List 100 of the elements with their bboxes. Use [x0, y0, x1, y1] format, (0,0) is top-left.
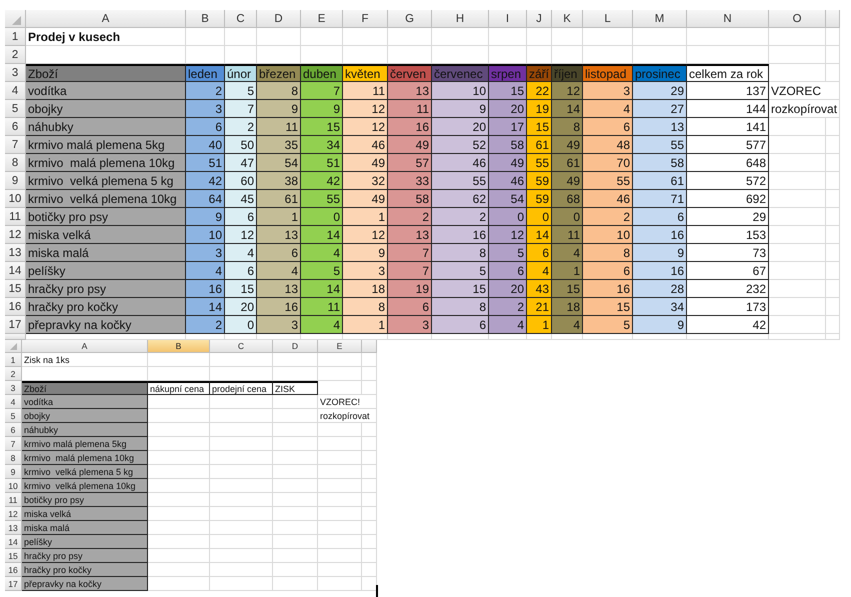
empty-cell[interactable]: [826, 298, 840, 316]
empty-cell[interactable]: [826, 334, 840, 340]
empty-cell[interactable]: [362, 367, 377, 381]
empty-cell[interactable]: [432, 28, 489, 46]
empty-cell[interactable]: [687, 28, 769, 46]
empty-cell[interactable]: [687, 334, 769, 340]
empty-cell[interactable]: [273, 409, 318, 423]
empty-cell[interactable]: [210, 423, 273, 437]
empty-cell[interactable]: [362, 381, 377, 395]
row-number[interactable]: 12: [5, 507, 22, 521]
row-number[interactable]: 8: [5, 154, 26, 172]
empty-cell[interactable]: [301, 28, 343, 46]
empty-cell[interactable]: [210, 493, 273, 507]
column-header[interactable]: E: [318, 340, 362, 353]
row-number[interactable]: 1: [5, 28, 26, 46]
column-header[interactable]: [826, 10, 840, 28]
empty-cell[interactable]: [210, 479, 273, 493]
empty-cell[interactable]: [343, 28, 388, 46]
row-number[interactable]: 8: [5, 451, 22, 465]
empty-cell[interactable]: [210, 535, 273, 549]
column-header[interactable]: J: [527, 10, 552, 28]
row-number[interactable]: 4: [5, 82, 26, 100]
empty-cell[interactable]: [826, 226, 840, 244]
empty-cell[interactable]: [583, 28, 633, 46]
empty-cell[interactable]: [257, 28, 301, 46]
empty-cell[interactable]: [210, 437, 273, 451]
empty-cell[interactable]: [489, 28, 527, 46]
empty-cell[interactable]: [273, 563, 318, 577]
empty-cell[interactable]: [318, 521, 362, 535]
row-number[interactable]: 15: [5, 280, 26, 298]
row-number[interactable]: 17: [5, 577, 22, 591]
empty-cell[interactable]: [527, 334, 552, 340]
empty-cell[interactable]: [273, 465, 318, 479]
row-number[interactable]: 2: [5, 367, 22, 381]
row-number[interactable]: 12: [5, 226, 26, 244]
empty-cell[interactable]: [362, 563, 377, 577]
empty-cell[interactable]: [552, 334, 583, 340]
empty-cell[interactable]: [826, 64, 840, 82]
empty-cell[interactable]: [318, 493, 362, 507]
empty-cell[interactable]: [210, 451, 273, 465]
empty-cell[interactable]: [273, 423, 318, 437]
empty-cell[interactable]: [273, 367, 318, 381]
row-number[interactable]: 17: [5, 316, 26, 334]
empty-cell[interactable]: [273, 549, 318, 563]
empty-cell[interactable]: [210, 409, 273, 423]
row-number[interactable]: [5, 334, 26, 340]
empty-cell[interactable]: [362, 507, 377, 521]
empty-cell[interactable]: [552, 28, 583, 46]
row-number[interactable]: 16: [5, 563, 22, 577]
empty-cell[interactable]: [273, 521, 318, 535]
column-header[interactable]: C: [225, 10, 257, 28]
empty-cell[interactable]: [318, 577, 362, 591]
empty-cell[interactable]: [362, 549, 377, 563]
empty-cell[interactable]: [769, 334, 826, 340]
column-header[interactable]: D: [273, 340, 318, 353]
empty-cell[interactable]: [318, 437, 362, 451]
empty-cell[interactable]: [388, 28, 432, 46]
empty-cell[interactable]: [769, 244, 826, 262]
empty-cell[interactable]: [388, 334, 432, 340]
empty-cell[interactable]: [527, 28, 552, 46]
row-number[interactable]: 6: [5, 423, 22, 437]
empty-cell[interactable]: [273, 493, 318, 507]
row-number[interactable]: 7: [5, 437, 22, 451]
empty-cell[interactable]: [362, 493, 377, 507]
empty-cell[interactable]: [769, 280, 826, 298]
empty-cell[interactable]: [318, 381, 362, 395]
column-header[interactable]: D: [257, 10, 301, 28]
empty-cell[interactable]: [362, 437, 377, 451]
empty-cell[interactable]: [633, 334, 687, 340]
column-header[interactable]: G: [388, 10, 432, 28]
empty-cell[interactable]: [769, 154, 826, 172]
empty-cell[interactable]: [826, 208, 840, 226]
empty-cell[interactable]: [273, 479, 318, 493]
empty-cell[interactable]: [148, 353, 210, 367]
empty-cell[interactable]: [210, 367, 273, 381]
row-number[interactable]: 10: [5, 190, 26, 208]
empty-cell[interactable]: [769, 226, 826, 244]
row-number[interactable]: 13: [5, 244, 26, 262]
empty-cell[interactable]: [769, 64, 826, 82]
row-number[interactable]: 16: [5, 298, 26, 316]
empty-cell[interactable]: [826, 244, 840, 262]
empty-cell[interactable]: [273, 395, 318, 409]
empty-cell[interactable]: [318, 479, 362, 493]
row-number[interactable]: 3: [5, 64, 26, 82]
column-header[interactable]: A: [22, 340, 148, 353]
corner-cell[interactable]: [5, 10, 26, 28]
empty-cell[interactable]: [769, 298, 826, 316]
empty-cell[interactable]: [318, 451, 362, 465]
column-header[interactable]: A: [26, 10, 186, 28]
row-number[interactable]: 11: [5, 208, 26, 226]
empty-cell[interactable]: [769, 262, 826, 280]
column-header[interactable]: F: [343, 10, 388, 28]
empty-cell[interactable]: [210, 521, 273, 535]
empty-cell[interactable]: [210, 563, 273, 577]
row-number[interactable]: 9: [5, 172, 26, 190]
empty-cell[interactable]: [210, 353, 273, 367]
empty-cell[interactable]: [362, 479, 377, 493]
empty-cell[interactable]: [273, 535, 318, 549]
empty-cell[interactable]: [273, 507, 318, 521]
empty-cell[interactable]: [826, 136, 840, 154]
